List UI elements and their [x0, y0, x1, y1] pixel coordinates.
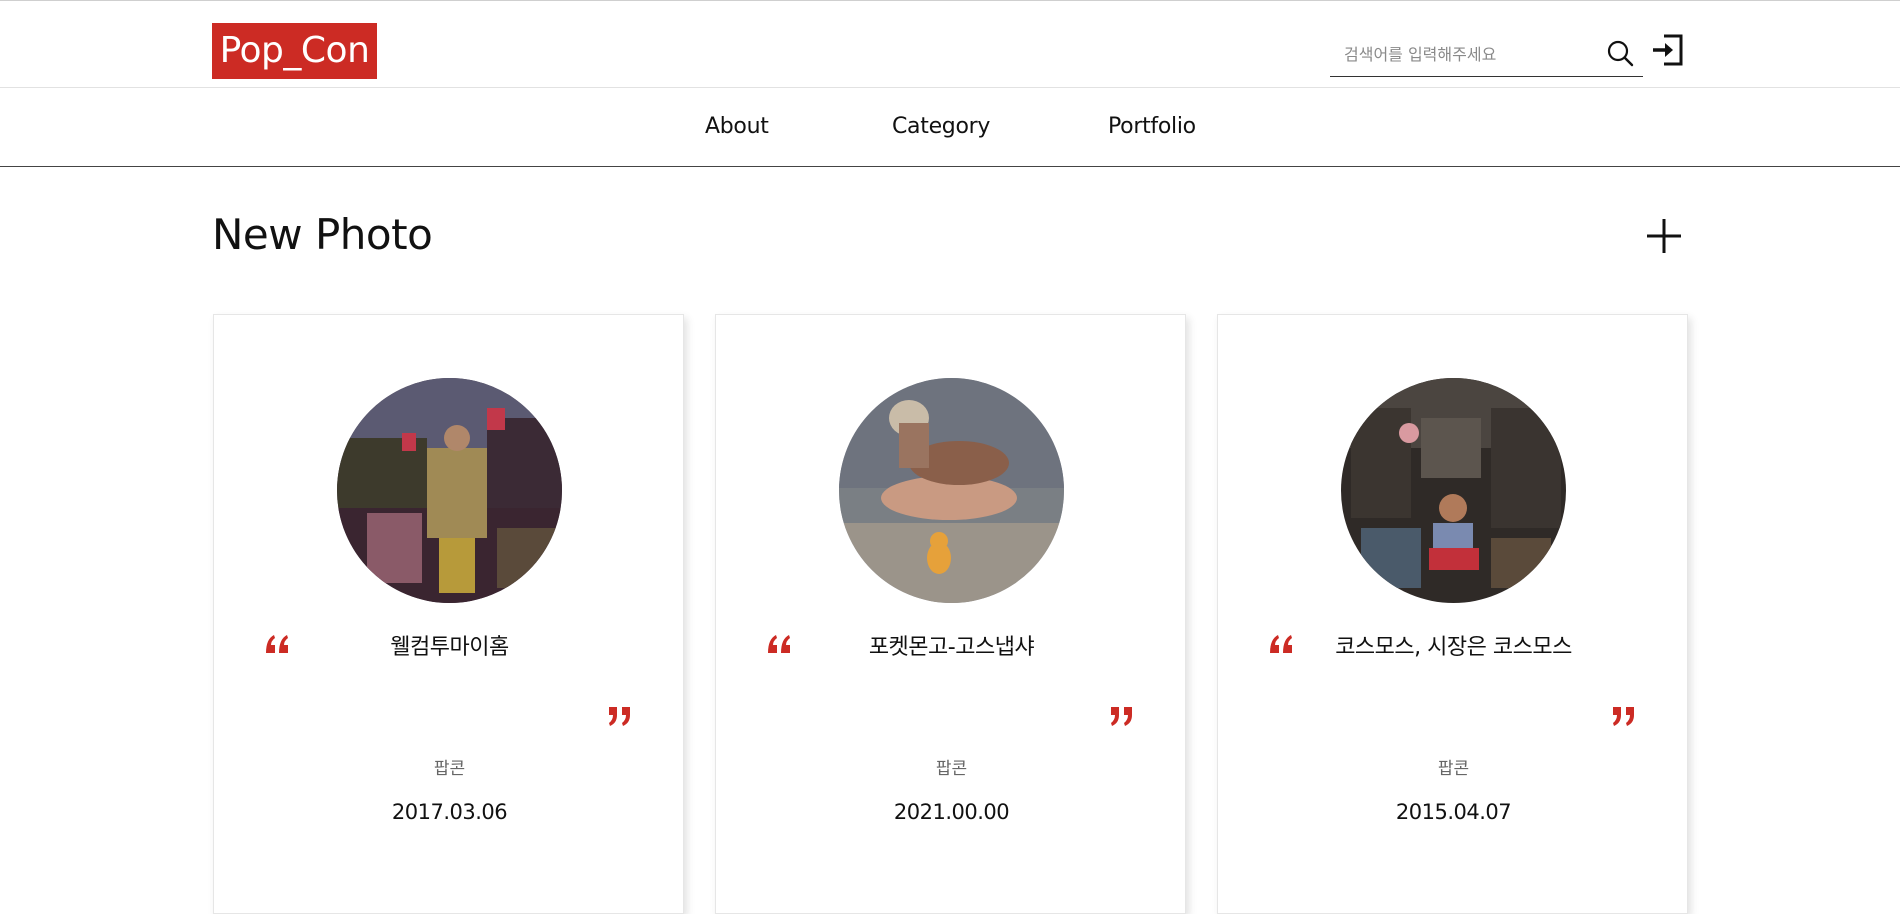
card-category: 팝콘 — [935, 759, 968, 779]
card-date: 2017.03.06 — [391, 800, 508, 824]
card-title[interactable]: 포켓몬고-고스냅샤 — [716, 629, 1187, 661]
quote-close-icon — [609, 707, 630, 726]
quote-close-icon — [1111, 707, 1132, 726]
card-category: 팝콘 — [433, 759, 466, 779]
nav-item-about[interactable]: About — [705, 114, 769, 144]
card-title[interactable]: 웰컴투마이홈 — [214, 629, 685, 661]
card-photo[interactable] — [839, 378, 1064, 603]
card-date: 2015.04.07 — [1395, 800, 1512, 824]
nav-item-portfolio[interactable]: Portfolio — [1108, 114, 1196, 144]
nav-item-category[interactable]: Category — [892, 114, 990, 144]
photo-card[interactable]: 코스모스, 시장은 코스모스 팝콘 2015.04.07 — [1217, 314, 1688, 914]
quote-close-icon — [1613, 707, 1634, 726]
card-photo[interactable] — [1341, 378, 1566, 603]
card-category: 팝콘 — [1437, 759, 1470, 779]
logo[interactable]: Pop_Con — [212, 23, 377, 79]
photo-welcome-home — [337, 378, 562, 603]
section-title: New Photo — [212, 210, 433, 259]
main-nav: About Category Portfolio — [0, 88, 1900, 167]
photo-card[interactable]: 웰컴투마이홈 팝콘 2017.03.06 — [213, 314, 684, 914]
search-icon[interactable] — [1606, 39, 1636, 69]
login-icon[interactable] — [1650, 33, 1684, 67]
photo-card[interactable]: 포켓몬고-고스냅샤 팝콘 2021.00.00 — [715, 314, 1186, 914]
top-header: Pop_Con — [0, 0, 1900, 88]
card-date: 2021.00.00 — [893, 800, 1010, 824]
card-photo[interactable] — [337, 378, 562, 603]
photo-pokemon-go — [839, 378, 1064, 603]
card-title[interactable]: 코스모스, 시장은 코스모스 — [1218, 629, 1689, 661]
search-bar — [1330, 33, 1643, 77]
plus-icon[interactable] — [1645, 217, 1683, 255]
search-input[interactable] — [1344, 39, 1594, 69]
photo-cosmos-market — [1341, 378, 1566, 603]
